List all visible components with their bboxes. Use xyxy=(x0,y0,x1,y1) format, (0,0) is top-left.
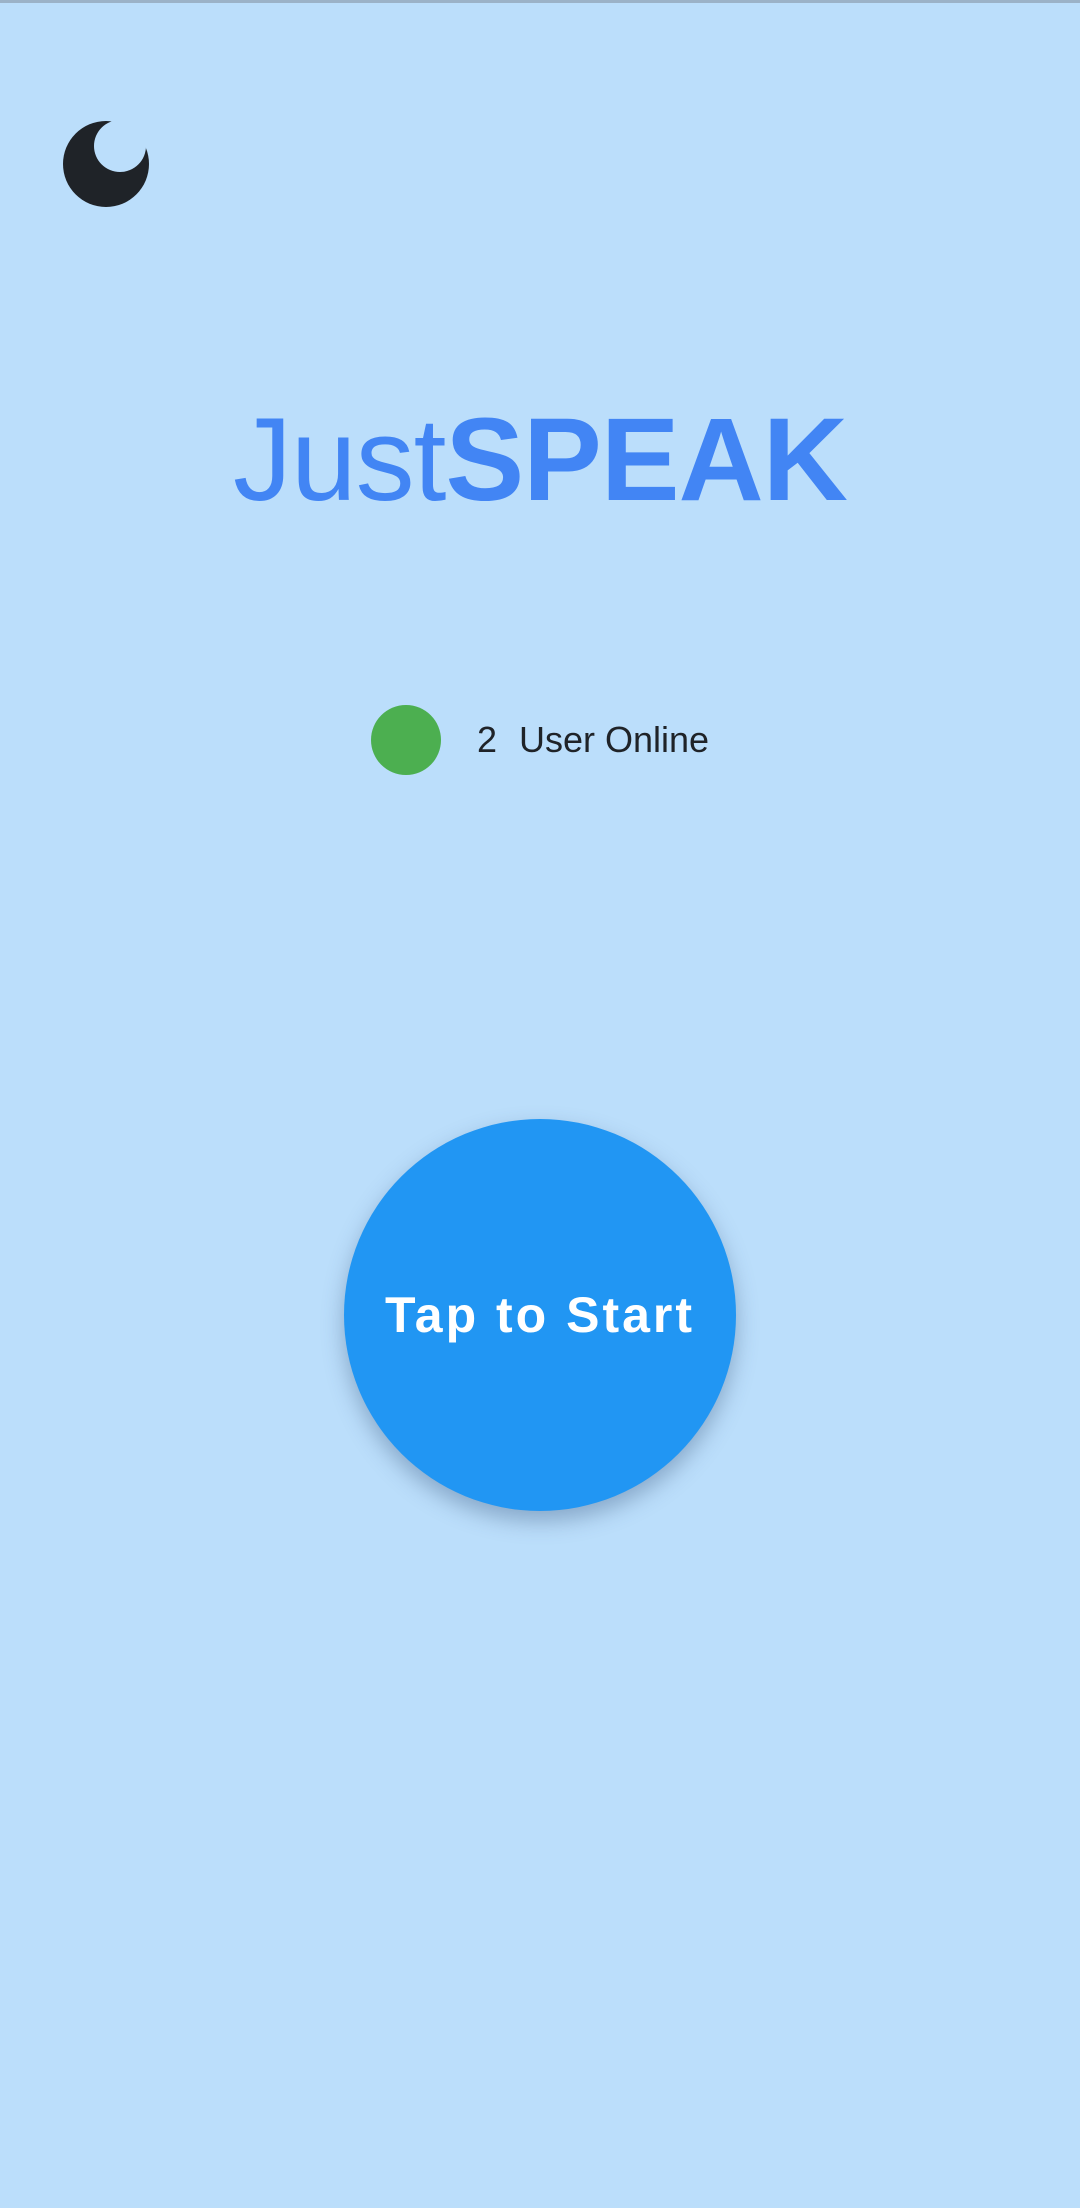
tap-to-start-button[interactable]: Tap to Start xyxy=(344,1119,736,1511)
online-user-count: 2 xyxy=(476,719,497,760)
online-users-status: 2 User Online xyxy=(0,704,1080,776)
online-user-label: User Online xyxy=(518,719,710,760)
start-button-label: Tap to Start xyxy=(384,1287,696,1343)
online-indicator-dot xyxy=(370,705,441,775)
app-title: JustSPEAK xyxy=(0,390,1080,530)
app-title-part-speak: SPEAK xyxy=(445,394,848,526)
moon-icon xyxy=(63,121,149,207)
top-edge-divider xyxy=(0,0,1080,3)
app-title-part-just: Just xyxy=(233,394,446,526)
theme-toggle-button[interactable] xyxy=(60,118,152,210)
